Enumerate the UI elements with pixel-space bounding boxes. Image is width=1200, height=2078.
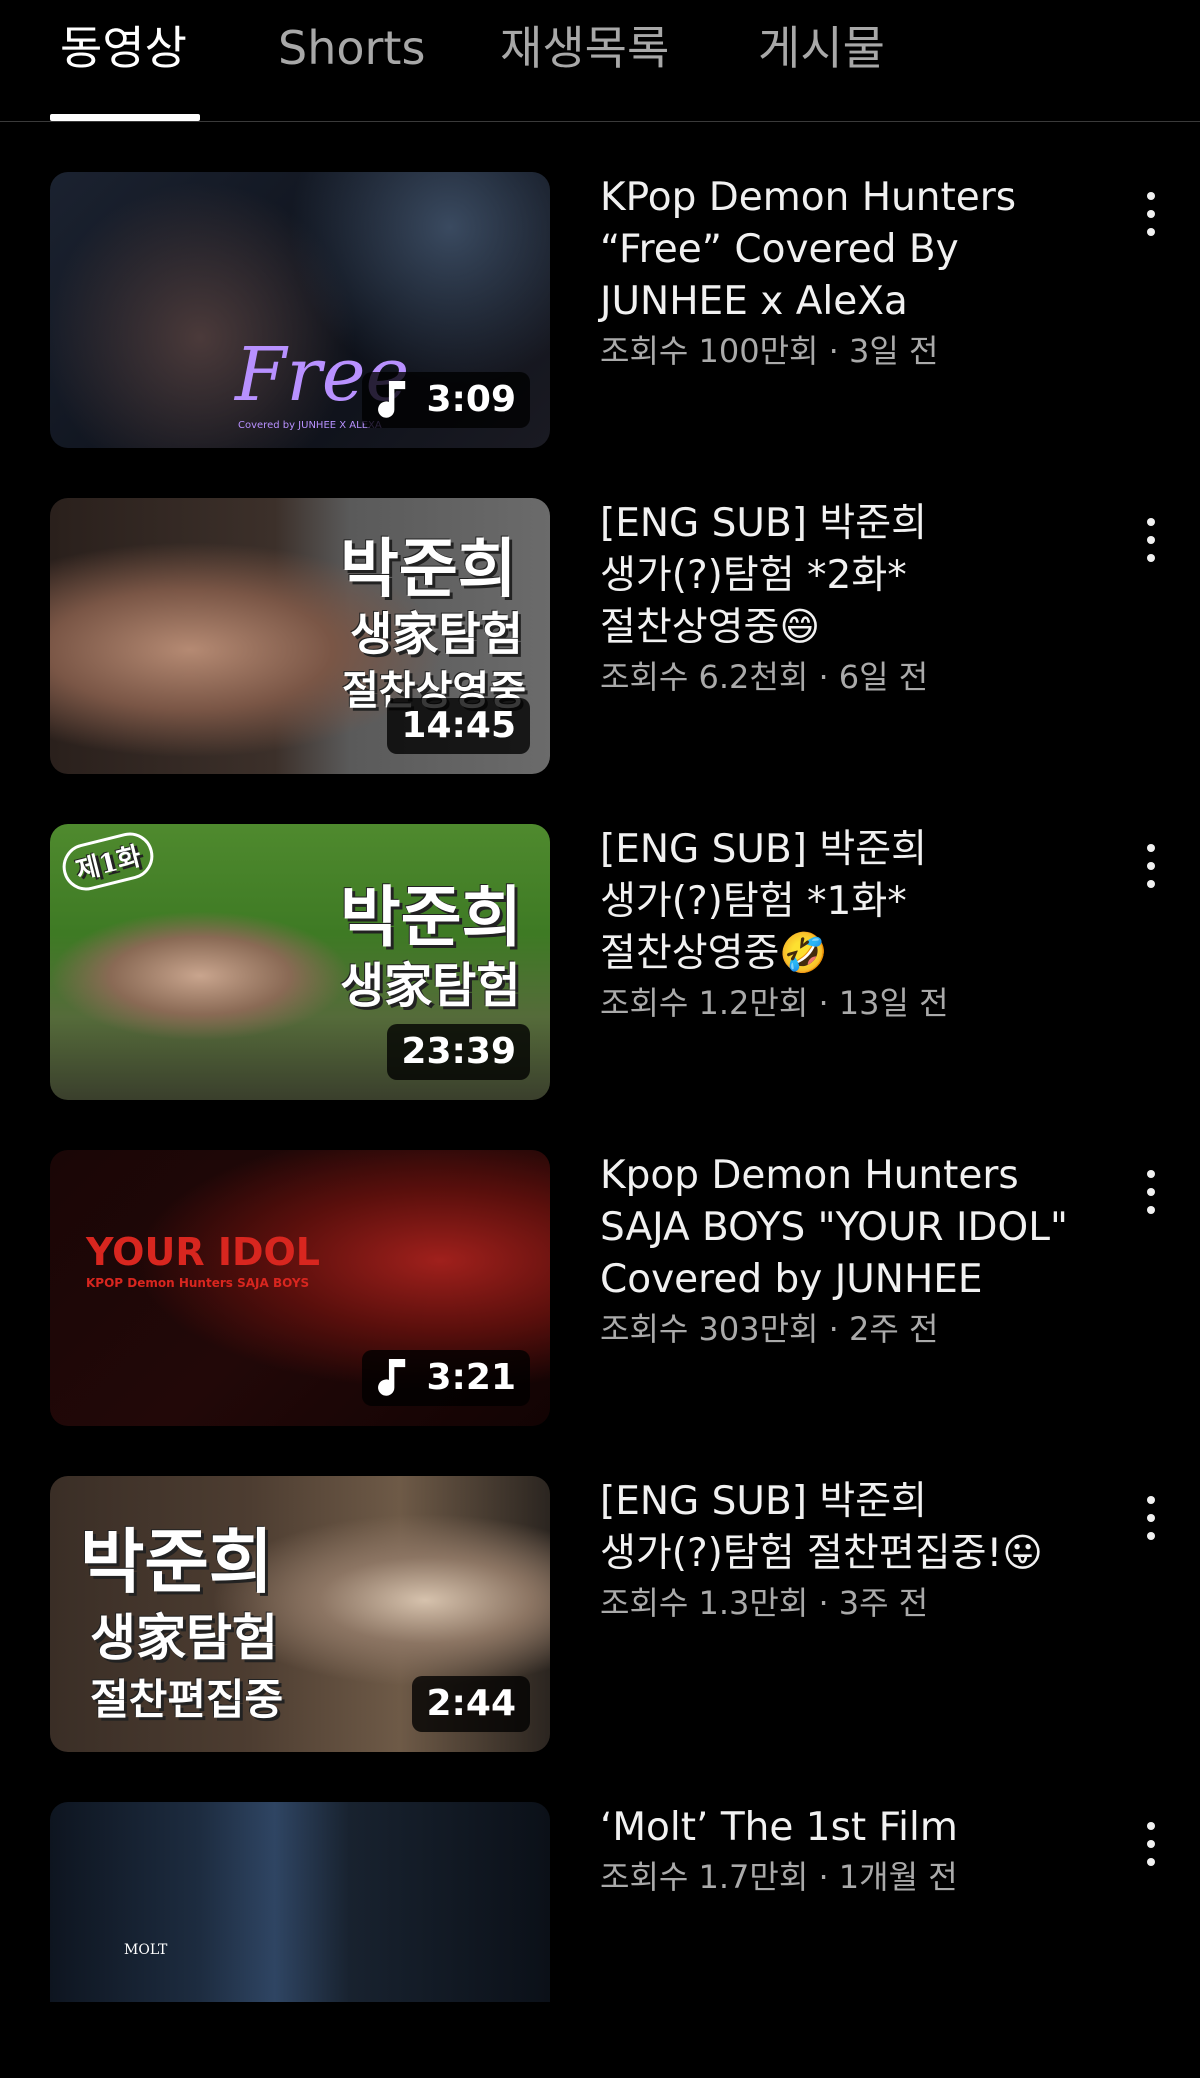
- video-item[interactable]: YOUR IDOL KPOP Demon Hunters SAJA BOYS 3…: [0, 1150, 1200, 1426]
- video-meta: 조회수 100만회 · 3일 전: [600, 332, 939, 370]
- video-thumbnail[interactable]: 박준희 생家탐험 절찬편집중 2:44: [50, 1476, 550, 1752]
- more-vert-icon[interactable]: [1134, 844, 1166, 888]
- video-meta: 조회수 1.3만회 · 3주 전: [600, 1584, 929, 1622]
- duration-badge: 3:09: [362, 372, 530, 428]
- view-count: 조회수 6.2천회: [600, 658, 809, 696]
- video-info: Kpop Demon Hunters SAJA BOYS "YOUR IDOL"…: [600, 1150, 1100, 1352]
- video-title-line[interactable]: Kpop Demon Hunters: [600, 1150, 1100, 1202]
- music-note-icon: [378, 1359, 406, 1396]
- video-thumbnail[interactable]: 박준희 생家탐험 절찬상영중 14:45: [50, 498, 550, 774]
- duration-text: 2:44: [426, 1683, 516, 1724]
- video-title-line[interactable]: “Free” Covered By: [600, 224, 1100, 276]
- more-vert-icon[interactable]: [1134, 518, 1166, 562]
- tab-posts[interactable]: 게시물: [758, 20, 885, 76]
- video-thumbnail[interactable]: 제1화 박준희 생家탐험 23:39: [50, 824, 550, 1100]
- tab-shorts[interactable]: Shorts: [278, 20, 425, 76]
- duration-badge: 14:45: [387, 698, 530, 754]
- channel-tabs: 동영상 Shorts 재생목록 게시물: [0, 0, 1200, 122]
- duration-text: 14:45: [401, 705, 516, 746]
- video-info: [ENG SUB] 박준희 생가(?)탐험 *2화* 절찬상영중😄 조회수 6.…: [600, 498, 1100, 700]
- active-tab-indicator: [50, 114, 200, 121]
- more-vert-icon[interactable]: [1134, 192, 1166, 236]
- view-count: 조회수 303만회: [600, 1310, 819, 1348]
- upload-age: 13일 전: [838, 984, 949, 1022]
- thumbnail-caption: YOUR IDOL: [86, 1230, 321, 1274]
- video-info: [ENG SUB] 박준희 생가(?)탐험 절찬편집중!😛 조회수 1.3만회 …: [600, 1476, 1100, 1626]
- upload-age: 3주 전: [838, 1584, 929, 1622]
- thumbnail-caption: 박준희: [340, 532, 517, 607]
- view-count: 조회수 100만회: [600, 332, 819, 370]
- video-info: KPop Demon Hunters “Free” Covered By JUN…: [600, 172, 1100, 374]
- more-vert-icon[interactable]: [1134, 1822, 1166, 1866]
- thumbnail-caption: 생家탐험: [90, 1608, 278, 1667]
- duration-badge: 23:39: [387, 1024, 530, 1080]
- video-title-line[interactable]: 절찬상영중😄: [600, 602, 1100, 654]
- video-title-line[interactable]: KPop Demon Hunters: [600, 172, 1100, 224]
- duration-badge: 3:21: [362, 1350, 530, 1406]
- thumbnail-caption: 생家탐험: [350, 607, 523, 661]
- video-info: ‘Molt’ The 1st Film 조회수 1.7만회 · 1개월 전: [600, 1802, 1100, 1900]
- view-count: 조회수 1.2만회: [600, 984, 809, 1022]
- thumbnail-caption: 생家탐험: [340, 958, 521, 1014]
- duration-text: 3:09: [426, 379, 516, 420]
- video-thumbnail[interactable]: YOUR IDOL KPOP Demon Hunters SAJA BOYS 3…: [50, 1150, 550, 1426]
- video-meta: 조회수 1.2만회 · 13일 전: [600, 984, 949, 1022]
- duration-text: 23:39: [401, 1031, 516, 1072]
- more-vert-icon[interactable]: [1134, 1496, 1166, 1540]
- view-count: 조회수 1.7만회: [600, 1858, 809, 1896]
- video-item[interactable]: 박준희 생家탐험 절찬편집중 2:44 [ENG SUB] 박준희 생가(?)탐…: [0, 1476, 1200, 1752]
- video-item[interactable]: MOLT ‘Molt’ The 1st Film 조회수 1.7만회 · 1개월…: [0, 1802, 1200, 2078]
- view-count: 조회수 1.3만회: [600, 1584, 809, 1622]
- thumbnail-caption: MOLT: [124, 1942, 168, 1958]
- upload-age: 6일 전: [838, 658, 929, 696]
- video-title-line[interactable]: [ENG SUB] 박준희: [600, 824, 1100, 876]
- upload-age: 3일 전: [848, 332, 939, 370]
- video-title-line[interactable]: JUNHEE x AleXa: [600, 276, 1100, 328]
- duration-text: 3:21: [426, 1357, 516, 1398]
- music-note-icon: [378, 381, 406, 418]
- thumbnail-subcaption: KPOP Demon Hunters SAJA BOYS: [86, 1276, 310, 1290]
- thumbnail-subcaption: Covered by JUNHEE X ALEXA: [238, 420, 382, 431]
- video-title-line[interactable]: 생가(?)탐험 *2화*: [600, 550, 1100, 602]
- thumbnail-caption: 절찬편집중: [90, 1675, 284, 1724]
- video-title-line[interactable]: 생가(?)탐험 절찬편집중!😛: [600, 1528, 1100, 1580]
- video-meta: 조회수 6.2천회 · 6일 전: [600, 658, 929, 696]
- upload-age: 2주 전: [848, 1310, 939, 1348]
- video-title-line[interactable]: Covered by JUNHEE: [600, 1254, 1100, 1306]
- video-item[interactable]: Free Covered by JUNHEE X ALEXA 3:09 KPop…: [0, 172, 1200, 448]
- thumbnail-caption: 박준희: [80, 1520, 274, 1603]
- tab-playlists[interactable]: 재생목록: [500, 20, 669, 76]
- video-title-line[interactable]: ‘Molt’ The 1st Film: [600, 1802, 1100, 1854]
- video-meta: 조회수 1.7만회 · 1개월 전: [600, 1858, 958, 1896]
- video-title-line[interactable]: [ENG SUB] 박준희: [600, 498, 1100, 550]
- video-info: [ENG SUB] 박준희 생가(?)탐험 *1화* 절찬상영중🤣 조회수 1.…: [600, 824, 1100, 1026]
- more-vert-icon[interactable]: [1134, 1170, 1166, 1214]
- video-item[interactable]: 박준희 생家탐험 절찬상영중 14:45 [ENG SUB] 박준희 생가(?)…: [0, 498, 1200, 774]
- video-thumbnail[interactable]: Free Covered by JUNHEE X ALEXA 3:09: [50, 172, 550, 448]
- video-title-line[interactable]: 생가(?)탐험 *1화*: [600, 876, 1100, 928]
- video-meta: 조회수 303만회 · 2주 전: [600, 1310, 939, 1348]
- duration-badge: 2:44: [412, 1676, 530, 1732]
- video-title-line[interactable]: 절찬상영중🤣: [600, 928, 1100, 980]
- video-thumbnail[interactable]: MOLT: [50, 1802, 550, 2002]
- video-title-line[interactable]: [ENG SUB] 박준희: [600, 1476, 1100, 1528]
- video-item[interactable]: 제1화 박준희 생家탐험 23:39 [ENG SUB] 박준희 생가(?)탐험…: [0, 824, 1200, 1100]
- tab-videos[interactable]: 동영상: [60, 20, 187, 76]
- video-title-line[interactable]: SAJA BOYS "YOUR IDOL": [600, 1202, 1100, 1254]
- upload-age: 1개월 전: [838, 1858, 958, 1896]
